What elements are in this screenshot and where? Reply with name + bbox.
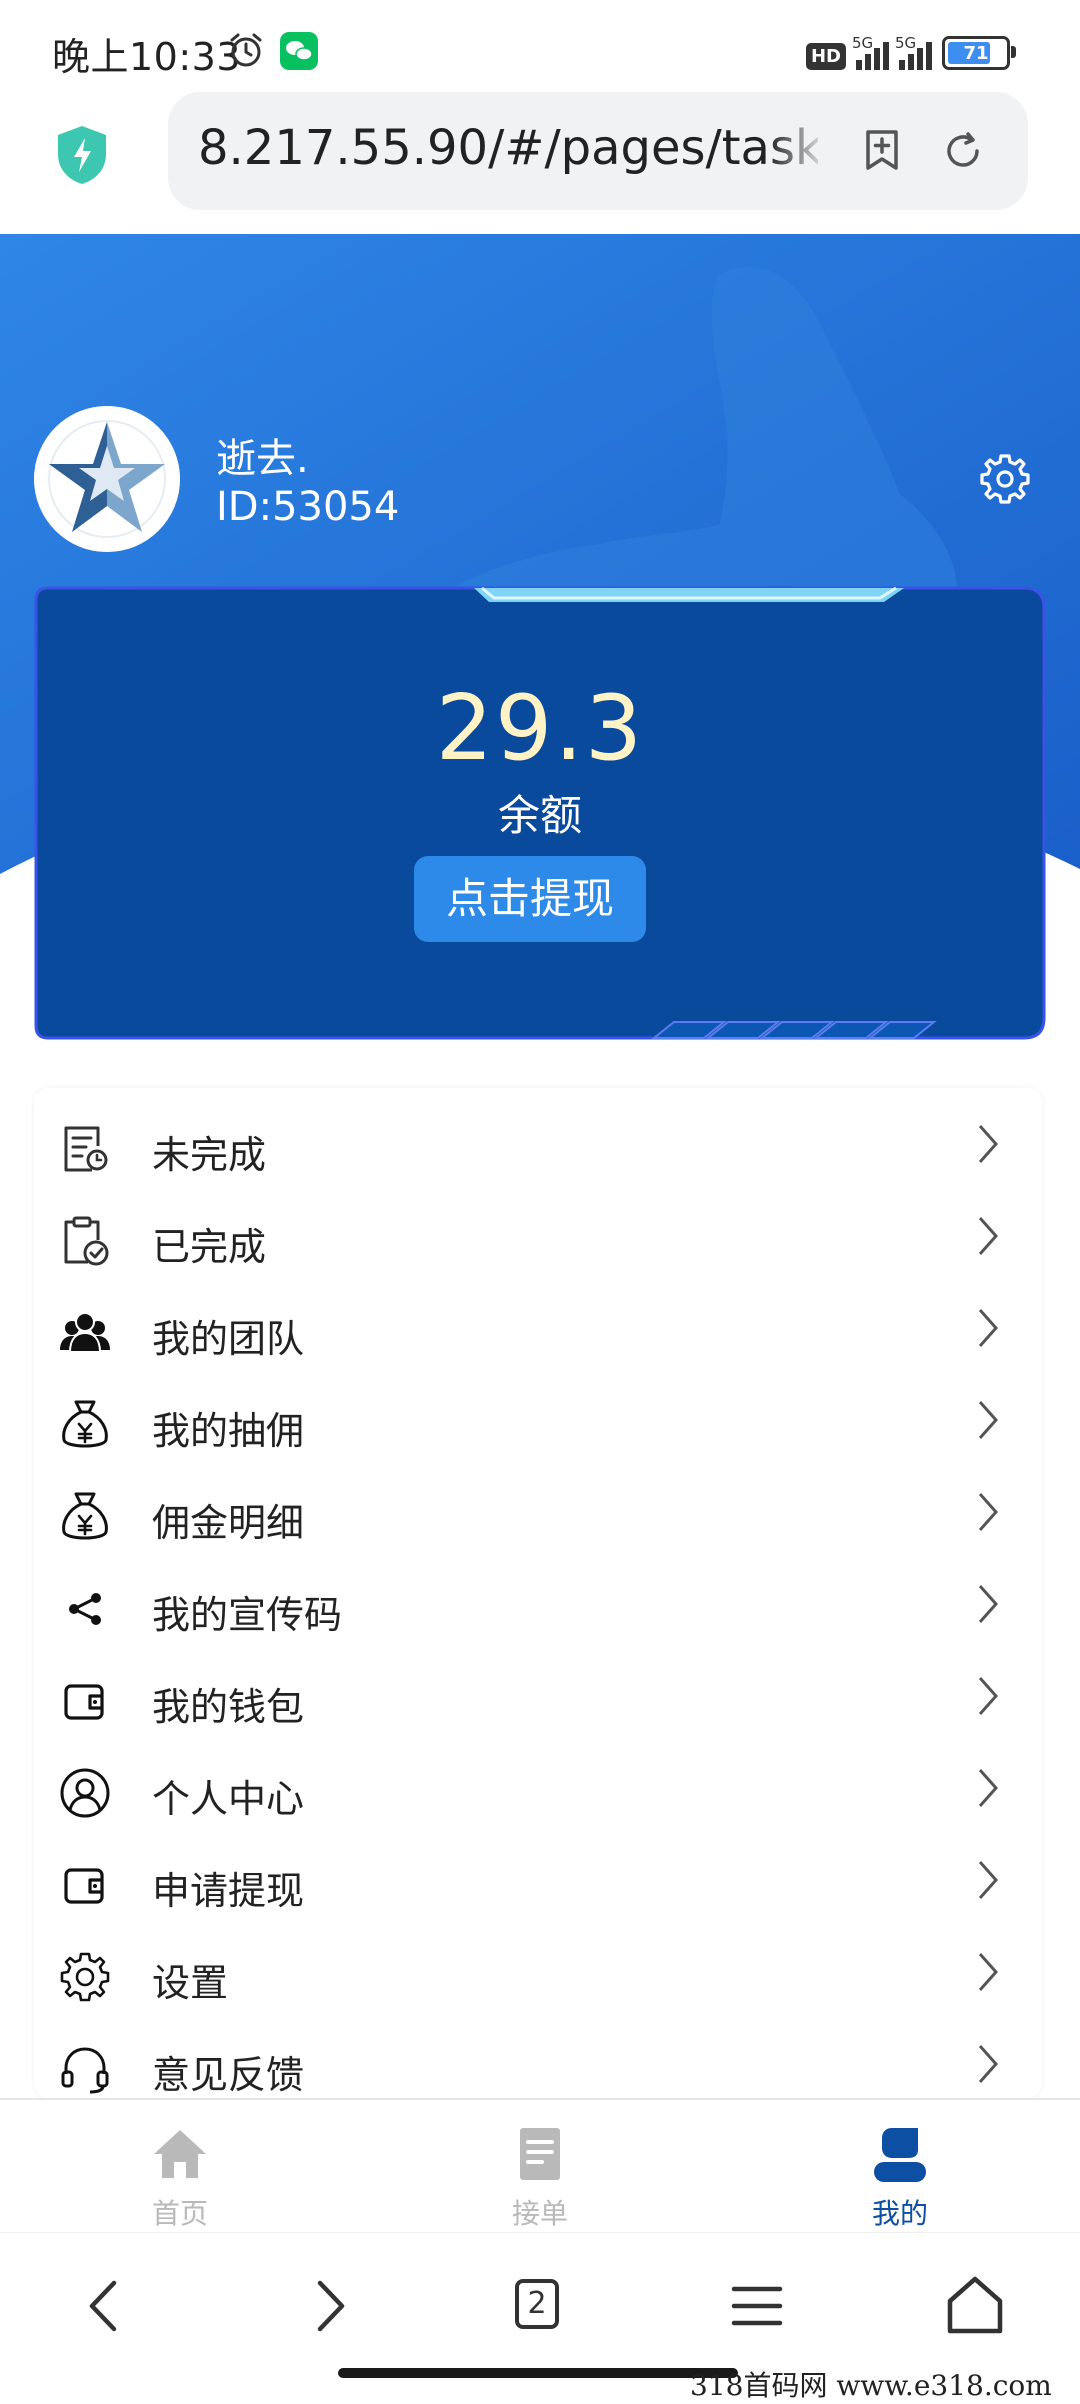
menu-item-label: 未完成 bbox=[152, 1133, 267, 1177]
url-text[interactable]: 8.217.55.90/#/pages/task/ho bbox=[198, 120, 818, 176]
battery-icon: 71 bbox=[942, 36, 1016, 70]
browser-address-bar: 8.217.55.90/#/pages/task/ho bbox=[0, 92, 1080, 234]
menu-item-label: 我的宣传码 bbox=[152, 1593, 343, 1637]
menu-item-settings[interactable]: 设置 bbox=[34, 1930, 1042, 2022]
chevron-right-icon bbox=[978, 1861, 999, 1899]
menu-item-apply-withdrawal[interactable]: 申请提现 bbox=[34, 1838, 1042, 1930]
wechat-notification-icon bbox=[280, 32, 318, 70]
pending-task-icon bbox=[64, 1126, 108, 1172]
user-icon bbox=[874, 2128, 926, 2182]
alarm-clock-icon bbox=[230, 33, 262, 67]
home-page-icon[interactable] bbox=[940, 2271, 1010, 2341]
watermark-text: 318首码网 www.e318.com bbox=[690, 2369, 1052, 2402]
battery-level: 71 bbox=[963, 42, 989, 64]
menu-item-label: 我的抽佣 bbox=[152, 1409, 305, 1453]
menu-item-label: 意见反馈 bbox=[152, 2053, 305, 2097]
avatar[interactable] bbox=[34, 406, 180, 552]
tab-mine[interactable]: 我的 bbox=[800, 2100, 1000, 2234]
tab-count: 2 bbox=[515, 2279, 559, 2329]
withdraw-button[interactable]: 点击提现 bbox=[414, 856, 646, 942]
security-shield-icon[interactable] bbox=[54, 124, 110, 186]
user-id: ID:53054 bbox=[216, 484, 400, 530]
menu-item-label: 已完成 bbox=[152, 1225, 267, 1269]
url-field[interactable]: 8.217.55.90/#/pages/task/ho bbox=[168, 92, 1028, 210]
menu-item-label: 申请提现 bbox=[152, 1869, 305, 1913]
document-icon bbox=[520, 2128, 560, 2180]
chevron-right-icon bbox=[978, 1401, 999, 1439]
chevron-right-icon bbox=[978, 1217, 999, 1255]
menu-item-commission-details[interactable]: 佣金明细 bbox=[34, 1470, 1042, 1562]
menu-item-personal-center[interactable]: 个人中心 bbox=[34, 1746, 1042, 1838]
chevron-right-icon bbox=[978, 1585, 999, 1623]
network-type-label: 5G bbox=[852, 34, 874, 52]
gear-icon bbox=[60, 1952, 110, 2002]
status-time: 晚上10:33 bbox=[52, 35, 242, 79]
menu-item-promo-code[interactable]: 我的宣传码 bbox=[34, 1562, 1042, 1654]
chevron-right-icon bbox=[978, 1953, 999, 1991]
headset-icon bbox=[61, 2047, 109, 2094]
status-indicators: HD 5G 5G 71 bbox=[805, 30, 1016, 70]
tab-label: 我的 bbox=[871, 2197, 928, 2230]
url-fade bbox=[768, 112, 828, 192]
chevron-right-icon bbox=[978, 1769, 999, 1807]
money-bag-icon bbox=[62, 1400, 108, 1448]
user-circle-icon bbox=[60, 1768, 110, 1818]
tab-orders[interactable]: 接单 bbox=[440, 2100, 640, 2234]
menu-item-label: 我的团队 bbox=[152, 1317, 305, 1361]
menu-list: 未完成 已完成 我的团队 我的抽佣 佣金明细 我的宣传码 我的钱包 个人中心 申… bbox=[34, 1088, 1042, 2098]
wallet-icon bbox=[64, 1868, 104, 1904]
tab-label: 首页 bbox=[151, 2197, 208, 2230]
balance-amount: 29.3 bbox=[435, 676, 645, 781]
tab-label: 接单 bbox=[511, 2197, 568, 2230]
chevron-right-icon bbox=[978, 1309, 999, 1347]
home-icon bbox=[154, 2130, 206, 2178]
network-type-label: 5G bbox=[895, 34, 917, 52]
menu-item-label: 我的钱包 bbox=[152, 1685, 305, 1729]
menu-item-my-wallet[interactable]: 我的钱包 bbox=[34, 1654, 1042, 1746]
wallet-icon bbox=[64, 1684, 104, 1720]
hd-voice-badge: HD bbox=[805, 43, 846, 70]
menu-item-feedback[interactable]: 意见反馈 bbox=[34, 2022, 1042, 2098]
menu-item-pending[interactable]: 未完成 bbox=[34, 1102, 1042, 1194]
back-icon[interactable] bbox=[72, 2271, 142, 2341]
menu-item-label: 佣金明细 bbox=[152, 1501, 305, 1545]
team-icon bbox=[60, 1312, 110, 1353]
menu-item-my-commission[interactable]: 我的抽佣 bbox=[34, 1378, 1042, 1470]
chevron-right-icon bbox=[978, 2045, 999, 2083]
signal-strength-icon: 5G bbox=[852, 34, 889, 70]
balance-label: 余额 bbox=[497, 791, 582, 840]
forward-icon[interactable] bbox=[292, 2271, 362, 2341]
completed-task-icon bbox=[64, 1216, 109, 1266]
home-indicator bbox=[338, 2368, 738, 2378]
reload-icon[interactable] bbox=[940, 128, 986, 174]
menu-item-completed[interactable]: 已完成 bbox=[34, 1194, 1042, 1286]
menu-item-my-team[interactable]: 我的团队 bbox=[34, 1286, 1042, 1378]
chevron-right-icon bbox=[978, 1493, 999, 1531]
tabs-count-button[interactable]: 2 bbox=[505, 2271, 575, 2341]
menu-item-label: 设置 bbox=[152, 1961, 229, 2005]
share-icon bbox=[69, 1593, 101, 1625]
username: 逝去. bbox=[216, 436, 309, 482]
chevron-right-icon bbox=[978, 1125, 999, 1163]
settings-gear-icon[interactable] bbox=[978, 452, 1032, 506]
menu-icon[interactable] bbox=[722, 2271, 792, 2341]
chevron-right-icon bbox=[978, 1677, 999, 1715]
add-bookmark-icon[interactable] bbox=[858, 126, 906, 174]
bottom-tab-bar: 首页 接单 我的 bbox=[0, 2098, 1080, 2234]
menu-item-label: 个人中心 bbox=[152, 1777, 305, 1821]
tab-home[interactable]: 首页 bbox=[80, 2100, 280, 2234]
signal-strength-icon: 5G bbox=[895, 34, 932, 70]
money-bag-icon bbox=[62, 1492, 108, 1540]
